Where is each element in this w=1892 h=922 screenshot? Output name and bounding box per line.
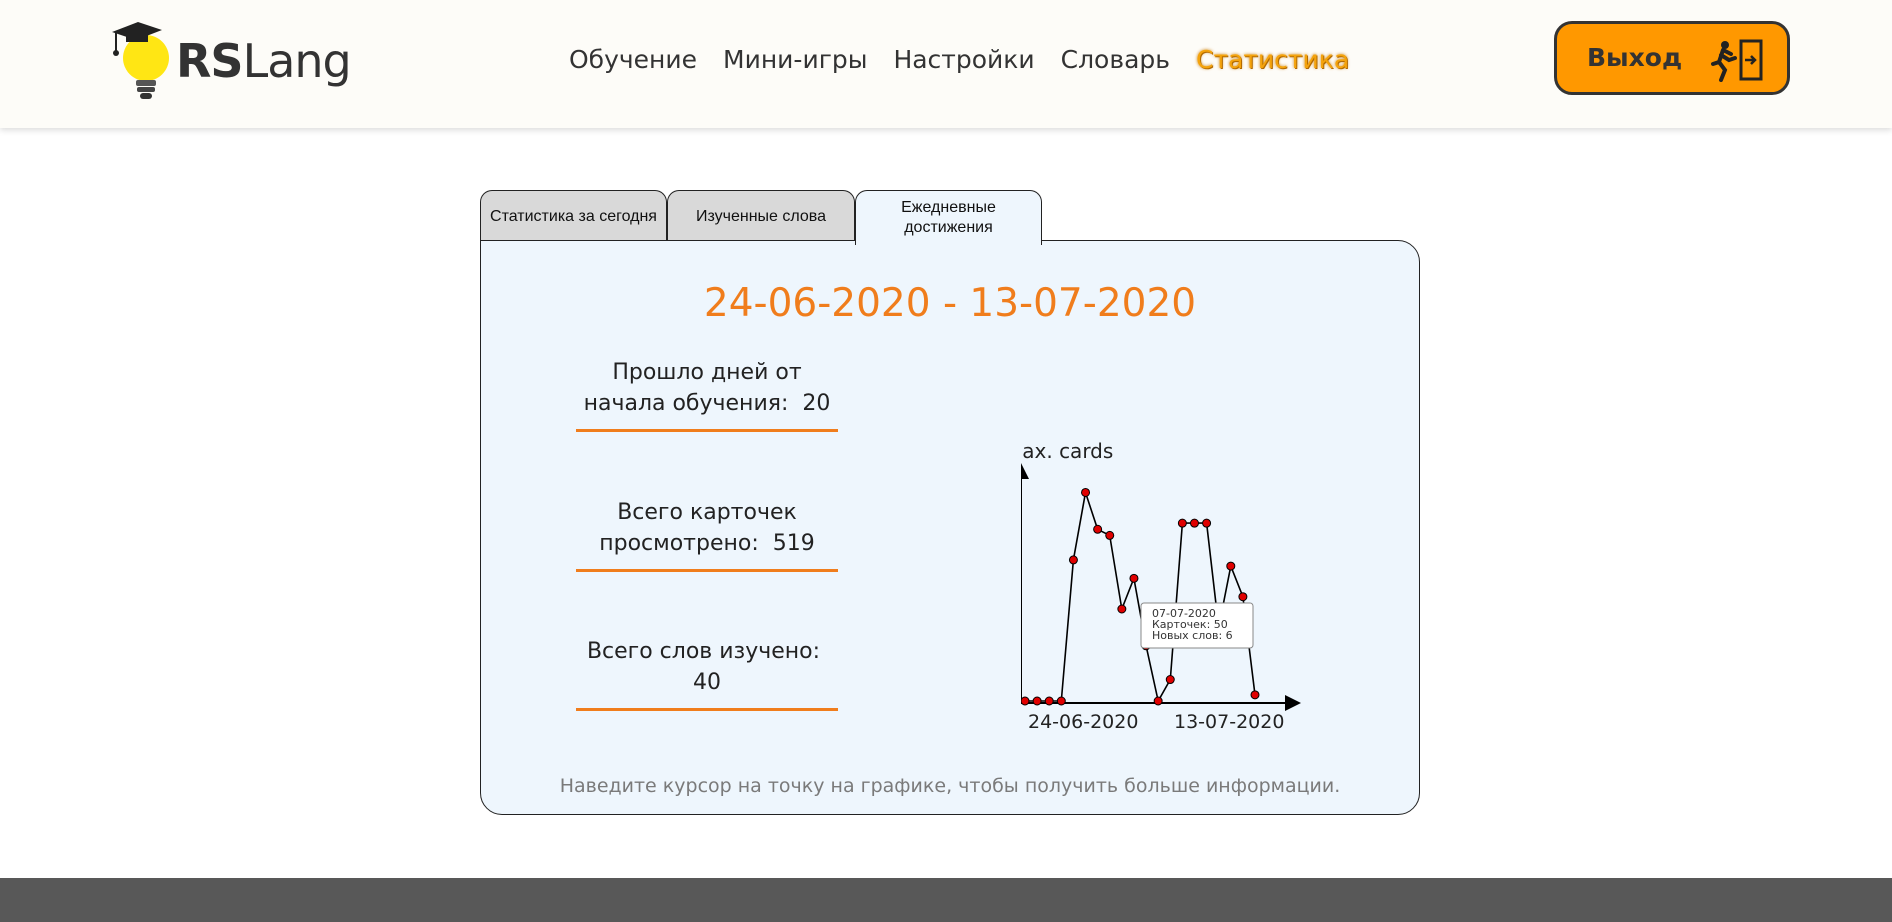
data-point[interactable] bbox=[1153, 696, 1163, 706]
logout-button[interactable]: Выход bbox=[1554, 21, 1790, 95]
nav-item-settings[interactable]: Настройки bbox=[893, 42, 1034, 82]
data-point[interactable] bbox=[1165, 675, 1175, 685]
chart-tooltip: 07-07-2020 Карточек: 50 Новых слов: 6 bbox=[1140, 602, 1254, 649]
stat-days-label: Прошло дней от начала обучения: bbox=[583, 360, 802, 416]
stat-words-label: Всего слов изучено: bbox=[586, 639, 821, 664]
data-point[interactable] bbox=[1177, 518, 1187, 528]
data-point[interactable] bbox=[1032, 696, 1042, 706]
data-point[interactable] bbox=[1238, 592, 1248, 602]
data-point[interactable] bbox=[1250, 690, 1260, 700]
data-point[interactable] bbox=[1068, 555, 1078, 565]
nav-item-learning[interactable]: Обучение bbox=[569, 42, 697, 82]
date-range: 24-06-2020 - 13-07-2020 bbox=[703, 281, 1197, 326]
stat-cards-label: Всего карточек просмотрено: bbox=[599, 500, 797, 556]
stat-words-value: 40 bbox=[693, 670, 721, 695]
data-point[interactable] bbox=[1021, 696, 1030, 706]
x-tick-end: 13-07-2020 bbox=[1174, 711, 1284, 731]
lightbulb-graduation-icon bbox=[112, 22, 169, 99]
data-point[interactable] bbox=[1202, 518, 1212, 528]
tab-learned-words[interactable]: Изученные слова bbox=[667, 190, 855, 242]
daily-chart: Max. cards 24-06-2020 13-07-2020 07-07-2… bbox=[1021, 439, 1301, 731]
data-point[interactable] bbox=[1044, 696, 1054, 706]
stat-cards: Всего карточек просмотрено: 519 bbox=[576, 497, 838, 572]
stat-days-value: 20 bbox=[802, 391, 831, 416]
data-point[interactable] bbox=[1117, 604, 1127, 614]
chart-ylabel: Max. cards bbox=[1021, 439, 1113, 463]
nav-item-dictionary[interactable]: Словарь bbox=[1061, 42, 1170, 82]
stat-words: Всего слов изучено: 40 bbox=[576, 636, 838, 711]
data-point[interactable] bbox=[1056, 696, 1066, 706]
logo[interactable]: RSLang bbox=[108, 18, 352, 102]
series-line bbox=[1025, 492, 1256, 704]
chart-hint: Наведите курсор на точку на графике, что… bbox=[559, 775, 1341, 797]
stat-cards-value: 519 bbox=[772, 531, 815, 556]
main-nav: Обучение Мини-игры Настройки Словарь Ста… bbox=[569, 42, 1349, 82]
logo-brand-bold: RS bbox=[176, 34, 244, 88]
tab-today-stats[interactable]: Статистика за сегодня bbox=[480, 190, 667, 242]
exit-run-icon bbox=[1711, 39, 1763, 82]
data-point[interactable] bbox=[1226, 561, 1236, 571]
nav-item-statistics[interactable]: Статистика bbox=[1196, 42, 1349, 82]
data-point[interactable] bbox=[1081, 487, 1091, 497]
nav-item-minigames[interactable]: Мини-игры bbox=[723, 42, 867, 82]
tab-daily-achievements[interactable]: Ежедневные достижения bbox=[855, 190, 1042, 245]
site-header: RSLang Обучение Мини-игры Настройки Слов… bbox=[0, 0, 1892, 128]
tooltip-words: Новых слов: 6 bbox=[1152, 629, 1233, 642]
data-point[interactable] bbox=[1093, 524, 1103, 534]
logo-brand-light: Lang bbox=[242, 34, 352, 88]
data-point[interactable] bbox=[1189, 518, 1199, 528]
logout-label: Выход bbox=[1587, 43, 1683, 72]
data-point[interactable] bbox=[1105, 530, 1115, 540]
x-tick-start: 24-06-2020 bbox=[1028, 711, 1138, 731]
data-point[interactable] bbox=[1129, 573, 1139, 583]
site-footer bbox=[0, 878, 1892, 922]
stats-panel: 24-06-2020 - 13-07-2020 Прошло дней от н… bbox=[480, 240, 1420, 815]
logo-text: RSLang bbox=[176, 34, 352, 88]
stat-days: Прошло дней от начала обучения: 20 bbox=[576, 357, 838, 432]
